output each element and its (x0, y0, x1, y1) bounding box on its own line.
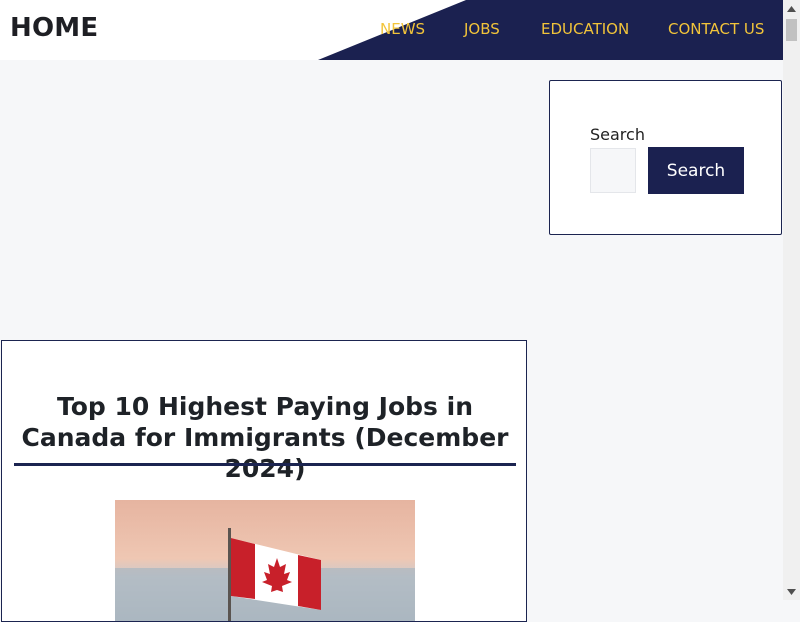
article-card: Top 10 Highest Paying Jobs in Canada for… (1, 340, 527, 622)
triangle-down-icon (787, 588, 796, 595)
nav-item-jobs[interactable]: JOBS (464, 20, 500, 38)
search-label: Search (590, 125, 645, 144)
search-button[interactable]: Search (648, 147, 744, 194)
search-input[interactable] (590, 148, 636, 193)
site-logo[interactable]: HOME (10, 13, 98, 43)
scroll-down-button[interactable] (783, 583, 800, 600)
scroll-thumb[interactable] (786, 19, 797, 41)
nav-item-news[interactable]: NEWS (380, 20, 425, 38)
featured-image[interactable] (115, 500, 415, 621)
nav-item-contact-us[interactable]: CONTACT US (668, 20, 764, 38)
canada-flag-image (115, 500, 415, 621)
scroll-up-button[interactable] (783, 0, 800, 17)
site-header: HOME NEWS JOBS EDUCATION CONTACT US (0, 0, 783, 60)
search-widget: Search Search (549, 80, 782, 235)
triangle-up-icon (787, 5, 796, 12)
nav-item-education[interactable]: EDUCATION (541, 20, 629, 38)
title-divider (14, 463, 516, 466)
page-scrollbar[interactable] (783, 0, 800, 600)
article-title[interactable]: Top 10 Highest Paying Jobs in Canada for… (14, 391, 516, 484)
